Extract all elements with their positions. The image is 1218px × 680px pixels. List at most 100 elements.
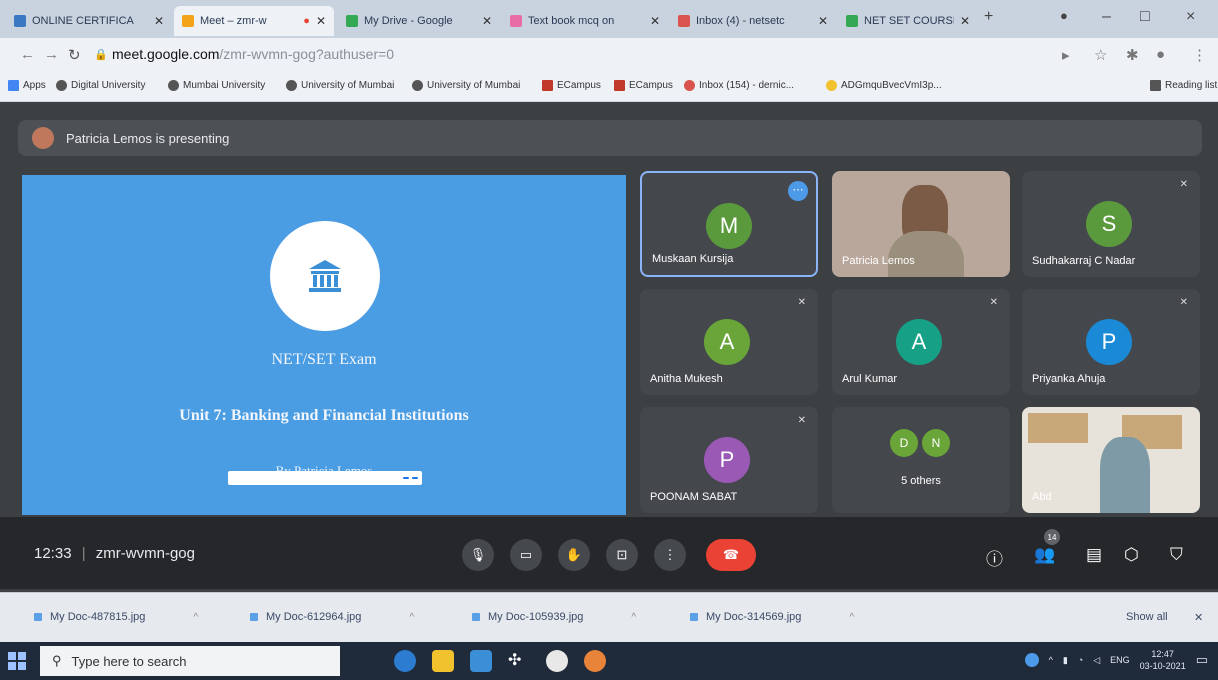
- bookmark-apps[interactable]: Apps: [8, 80, 46, 91]
- star-icon[interactable]: ☆: [1094, 46, 1107, 64]
- participant-name: Patricia Lemos: [842, 255, 915, 267]
- profile-icon[interactable]: ●: [1060, 8, 1068, 23]
- participant-tile[interactable]: ✕ P POONAM SABAT: [640, 407, 818, 513]
- download-item[interactable]: My Doc-487815.jpg ^: [34, 611, 198, 623]
- slide-unit: Unit 7: Banking and Financial Institutio…: [179, 407, 469, 424]
- chevron-up-icon[interactable]: ^: [193, 612, 198, 623]
- bookmark-label: University of Mumbai: [427, 80, 521, 91]
- bookmark-university-of-mumbai[interactable]: University of Mumbai: [286, 80, 394, 91]
- new-tab-button[interactable]: +: [984, 8, 993, 26]
- more-options-icon[interactable]: ⋯: [788, 181, 808, 201]
- battery-icon[interactable]: ▮: [1063, 655, 1068, 666]
- bookmark-label: Digital University: [71, 80, 146, 91]
- forward-icon[interactable]: →: [44, 46, 59, 63]
- window-close-button[interactable]: ×: [1186, 8, 1195, 26]
- clock-time: 12:47: [1151, 649, 1174, 659]
- chevron-up-icon[interactable]: ^: [631, 612, 636, 623]
- clock[interactable]: 12:47 03-10-2021: [1140, 648, 1186, 672]
- info-icon[interactable]: ⓘ: [986, 545, 1003, 570]
- meet-window: Patricia Lemos is presenting NET/SET Exa…: [0, 102, 1218, 592]
- tab-text-book[interactable]: Text book mcq on ✕: [502, 6, 668, 36]
- bookmark-inbox[interactable]: Inbox (154) - dernic...: [684, 80, 794, 91]
- store-icon[interactable]: [470, 650, 492, 672]
- presentation-slide[interactable]: NET/SET Exam Unit 7: Banking and Financi…: [22, 175, 626, 515]
- host-controls-icon[interactable]: ⛉: [1170, 545, 1183, 565]
- participant-tile[interactable]: ✕ S Sudhakarraj C Nadar: [1022, 171, 1200, 277]
- back-icon[interactable]: ←: [20, 46, 35, 63]
- close-icon[interactable]: ✕: [960, 14, 970, 28]
- windows-taskbar: ⚲ Type here to search ✣ ^ ▮ ◔ ◁ ENG 12:4…: [0, 642, 1218, 680]
- chrome-icon[interactable]: [584, 650, 606, 672]
- minimize-button[interactable]: –: [1102, 8, 1111, 26]
- download-filename: My Doc-314569.jpg: [706, 611, 802, 623]
- tab-inbox[interactable]: Inbox (4) - netsetc ✕: [670, 6, 836, 36]
- more-options-button[interactable]: ⋮: [654, 539, 686, 571]
- reading-list[interactable]: Reading list: [1150, 80, 1217, 91]
- download-item[interactable]: My Doc-612964.jpg ^: [250, 611, 414, 623]
- menu-icon[interactable]: ⋮: [1192, 46, 1207, 64]
- camera-permission-icon[interactable]: ▸: [1062, 46, 1070, 64]
- close-icon[interactable]: ✕: [316, 14, 326, 28]
- chat-icon[interactable]: ▤: [1086, 545, 1102, 565]
- people-icon[interactable]: 👥: [1034, 545, 1055, 565]
- download-item[interactable]: My Doc-105939.jpg ^: [472, 611, 636, 623]
- microphone-button[interactable]: 🎙: [462, 539, 494, 571]
- file-explorer-icon[interactable]: [432, 650, 454, 672]
- notifications-icon[interactable]: ▭: [1196, 652, 1208, 668]
- volume-icon[interactable]: ◁: [1093, 655, 1100, 666]
- camera-button[interactable]: ▭: [510, 539, 542, 571]
- wifi-icon[interactable]: ◔: [1078, 655, 1083, 665]
- camera-icon: ▭: [519, 547, 533, 562]
- chevron-up-icon[interactable]: ^: [1049, 655, 1053, 665]
- participant-tile[interactable]: ✕ A Arul Kumar: [832, 289, 1010, 395]
- participant-tile[interactable]: ✕ A Anitha Mukesh: [640, 289, 818, 395]
- windows-start-icon[interactable]: [8, 652, 26, 670]
- present-icon: ⊡: [616, 547, 628, 562]
- activities-icon[interactable]: ⬡: [1124, 545, 1139, 565]
- avatar[interactable]: ●: [1156, 46, 1165, 63]
- participant-tile[interactable]: Patricia Lemos: [832, 171, 1010, 277]
- bookmark-adg[interactable]: ADGmquBvecVmI3p...: [826, 80, 942, 91]
- extensions-icon[interactable]: ✱: [1126, 46, 1139, 64]
- taskbar-search-input[interactable]: ⚲ Type here to search: [40, 646, 340, 676]
- close-downloads-button[interactable]: ✕: [1194, 611, 1203, 624]
- language-indicator[interactable]: ENG: [1110, 655, 1130, 665]
- bookmark-mumbai-university[interactable]: Mumbai University: [168, 80, 265, 91]
- lock-icon: 🔒: [94, 49, 108, 61]
- participant-tile[interactable]: ⋯ M Muskaan Kursija: [640, 171, 818, 277]
- bookmark-university-of-mumbai-2[interactable]: University of Mumbai: [412, 80, 520, 91]
- url-field[interactable]: meet.google.com/zmr-wvmn-gog?authuser=0: [112, 46, 394, 62]
- bookmark-ecampus-2[interactable]: ECampus: [614, 80, 673, 91]
- app-icon[interactable]: [546, 650, 568, 672]
- show-all-button[interactable]: Show all: [1126, 611, 1168, 623]
- tab-my-drive[interactable]: My Drive - Google ✕: [338, 6, 500, 36]
- downloads-bar: My Doc-487815.jpg ^ My Doc-612964.jpg ^ My…: [0, 592, 1218, 642]
- tab-net-set-course[interactable]: NET SET COURSE ✕: [838, 6, 978, 36]
- others-tile[interactable]: D N 5 others: [832, 407, 1010, 513]
- reload-icon[interactable]: ↻: [68, 46, 81, 64]
- chrome-icon[interactable]: [1024, 653, 1039, 667]
- maximize-button[interactable]: □: [1140, 8, 1150, 26]
- tab-online-certificate[interactable]: ONLINE CERTIFICA ✕: [6, 6, 172, 36]
- close-icon: ✕: [1194, 612, 1204, 624]
- bookmark-digital-university[interactable]: Digital University: [56, 80, 145, 91]
- present-button[interactable]: ⊡: [606, 539, 638, 571]
- leave-call-button[interactable]: ☎: [706, 539, 756, 571]
- bookmark-ecampus[interactable]: ECampus: [542, 80, 601, 91]
- chevron-up-icon[interactable]: ^: [849, 612, 854, 623]
- slide-title: NET/SET Exam: [271, 351, 377, 368]
- close-icon[interactable]: ✕: [154, 14, 164, 28]
- close-icon[interactable]: ✕: [650, 14, 660, 28]
- bookmark-label: ADGmquBvecVmI3p...: [841, 80, 942, 91]
- participant-tile[interactable]: Abd: [1022, 407, 1200, 513]
- ecampus-icon: [614, 80, 625, 91]
- chevron-up-icon[interactable]: ^: [409, 612, 414, 623]
- close-icon[interactable]: ✕: [818, 14, 828, 28]
- dropbox-icon[interactable]: ✣: [508, 650, 530, 672]
- download-item[interactable]: My Doc-314569.jpg ^: [690, 611, 854, 623]
- edge-icon[interactable]: [394, 650, 416, 672]
- participant-tile[interactable]: ✕ P Priyanka Ahuja: [1022, 289, 1200, 395]
- tab-meet[interactable]: Meet – zmr-w ● ✕: [174, 6, 334, 36]
- close-icon[interactable]: ✕: [482, 14, 492, 28]
- raise-hand-button[interactable]: ✋: [558, 539, 590, 571]
